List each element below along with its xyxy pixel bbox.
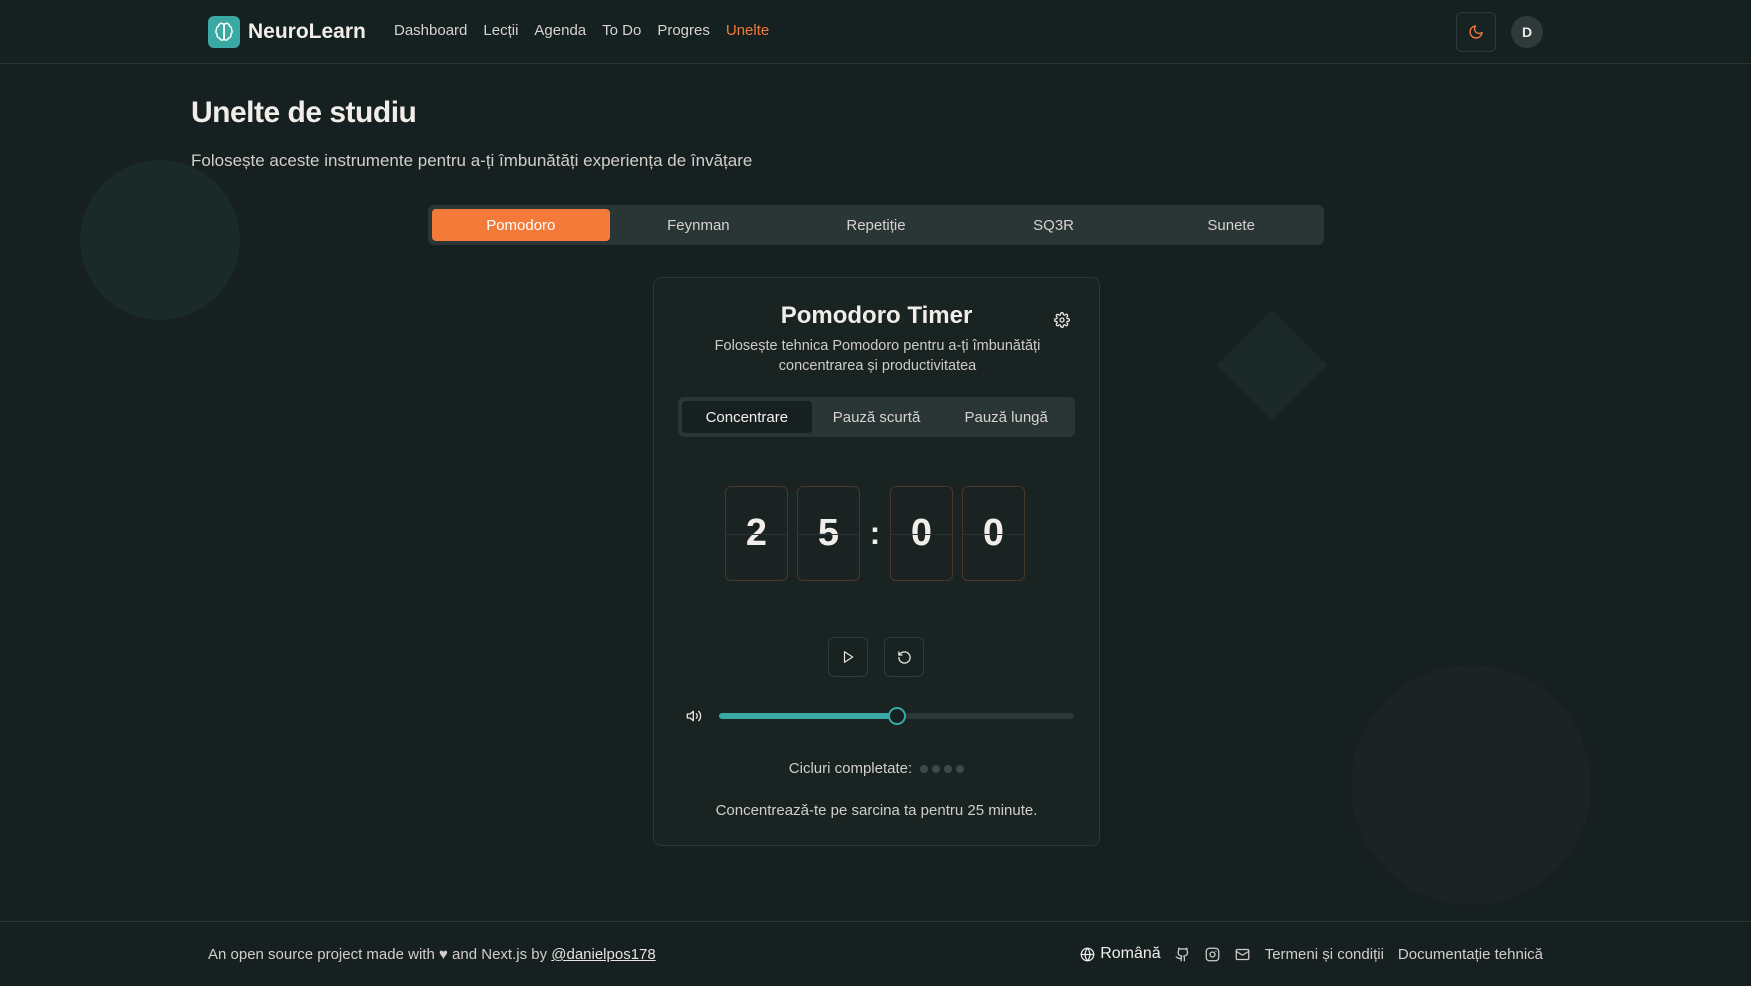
user-avatar[interactable]: D — [1511, 16, 1543, 48]
main-nav: Dashboard Lecții Agenda To Do Progres Un… — [394, 22, 769, 39]
brand-name: NeuroLearn — [248, 20, 366, 43]
volume-slider-fill — [719, 713, 897, 719]
background-decoration-diamond — [1216, 309, 1328, 421]
terms-link[interactable]: Termeni și condiții — [1265, 946, 1384, 963]
instagram-icon[interactable] — [1205, 946, 1221, 962]
focus-message: Concentrează-te pe sarcina ta pentru 25 … — [715, 802, 1038, 819]
play-button[interactable] — [828, 637, 868, 677]
timer-digit-minutes-ones: 5 — [797, 486, 860, 581]
tab-feynman[interactable]: Feynman — [610, 209, 788, 241]
nav-progres[interactable]: Progres — [657, 22, 710, 39]
cycle-dot — [932, 764, 941, 773]
docs-link[interactable]: Documentație tehnică — [1398, 946, 1543, 963]
nav-todo[interactable]: To Do — [602, 22, 641, 39]
nav-lectii[interactable]: Lecții — [483, 22, 518, 39]
author-link[interactable]: @danielpos178 — [551, 946, 655, 963]
cycles-completed: Cicluri completate: — [654, 760, 1099, 777]
timer-separator: : — [869, 515, 881, 551]
nav-agenda[interactable]: Agenda — [534, 22, 586, 39]
nav-unelte[interactable]: Unelte — [726, 22, 769, 39]
background-decoration-circle — [1351, 665, 1591, 905]
moon-icon — [1469, 25, 1483, 39]
cycle-dot — [944, 764, 953, 773]
timer-display: 2 5 : 0 0 — [725, 486, 1025, 581]
tab-repetitie[interactable]: Repetiție — [787, 209, 965, 241]
volume-slider[interactable] — [719, 707, 1074, 725]
cycle-dot — [920, 764, 929, 773]
timer-digit-seconds-ones: 0 — [962, 486, 1025, 581]
cycle-dots — [920, 764, 965, 773]
cycles-label: Cicluri completate: — [788, 760, 913, 777]
pomodoro-card: Pomodoro Timer Folosește tehnica Pomodor… — [653, 277, 1100, 846]
volume-icon[interactable] — [685, 708, 703, 724]
footer-credits: An open source project made with ♥ and N… — [208, 946, 656, 963]
brain-icon — [208, 16, 240, 48]
page-title: Unelte de studiu — [191, 96, 417, 129]
tab-sunete[interactable]: Sunete — [1142, 209, 1320, 241]
gear-icon[interactable] — [1054, 312, 1070, 328]
mail-icon[interactable] — [1235, 946, 1251, 962]
page-subtitle: Folosește aceste instrumente pentru a-ți… — [191, 151, 753, 170]
background-decoration-circle — [80, 160, 240, 320]
tab-pauza-lunga[interactable]: Pauză lungă — [941, 401, 1071, 433]
language-selector[interactable]: Română — [1080, 945, 1161, 963]
footer-text: An open source project made with ♥ and N… — [208, 946, 552, 963]
footer: An open source project made with ♥ and N… — [0, 921, 1751, 986]
timer-mode-tabs: Concentrare Pauză scurtă Pauză lungă — [678, 397, 1075, 437]
tab-pauza-scurta[interactable]: Pauză scurtă — [812, 401, 942, 433]
tool-tabs: Pomodoro Feynman Repetiție SQ3R Sunete — [428, 205, 1324, 245]
volume-slider-thumb[interactable] — [887, 707, 906, 725]
brand-logo[interactable]: NeuroLearn — [208, 16, 366, 48]
play-icon — [843, 651, 854, 663]
timer-digit-minutes-tens: 2 — [725, 486, 788, 581]
timer-digit-seconds-tens: 0 — [890, 486, 953, 581]
nav-dashboard[interactable]: Dashboard — [394, 22, 467, 39]
language-label: Română — [1100, 945, 1161, 962]
reset-button[interactable] — [884, 637, 924, 677]
cycle-dot — [956, 764, 965, 773]
globe-icon — [1080, 947, 1095, 961]
top-navbar: NeuroLearn Dashboard Lecții Agenda To Do… — [0, 0, 1751, 64]
tab-sq3r[interactable]: SQ3R — [965, 209, 1143, 241]
tab-pomodoro[interactable]: Pomodoro — [432, 209, 610, 241]
footer-links: Română Termeni și condiții Documentație … — [1080, 945, 1543, 963]
timer-description: Folosește tehnica Pomodoro pentru a-ți î… — [714, 338, 1041, 374]
tab-concentrare[interactable]: Concentrare — [682, 401, 812, 433]
reset-icon — [897, 650, 911, 664]
theme-toggle-button[interactable] — [1456, 12, 1496, 52]
github-icon[interactable] — [1175, 946, 1191, 962]
timer-title: Pomodoro Timer — [780, 302, 973, 329]
